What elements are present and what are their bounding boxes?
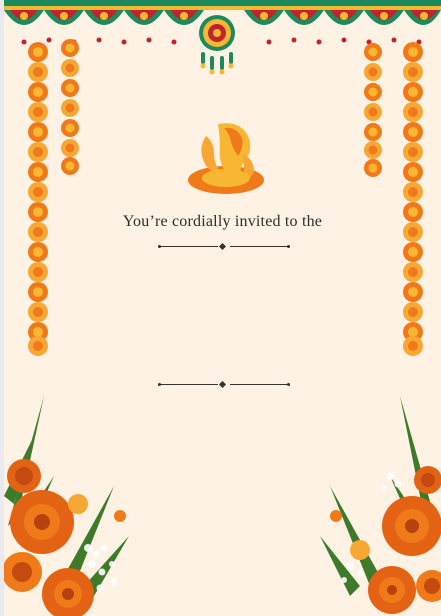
marigold-bouquet-right	[320, 396, 441, 614]
divider-diamond-icon	[218, 242, 227, 251]
marigold-garland-left	[28, 39, 79, 356]
invitation-card: You’re cordially invited to the	[4, 0, 441, 616]
toran-medallion-icon	[199, 15, 235, 75]
divider-diamond-icon	[218, 380, 227, 389]
ganesha-icon	[188, 123, 264, 194]
divider-bottom	[158, 380, 290, 389]
divider-top	[158, 242, 290, 251]
marigold-bouquet-left	[4, 396, 129, 616]
invitation-headline: You’re cordially invited to the	[122, 213, 323, 230]
marigold-garland-right	[364, 42, 423, 356]
